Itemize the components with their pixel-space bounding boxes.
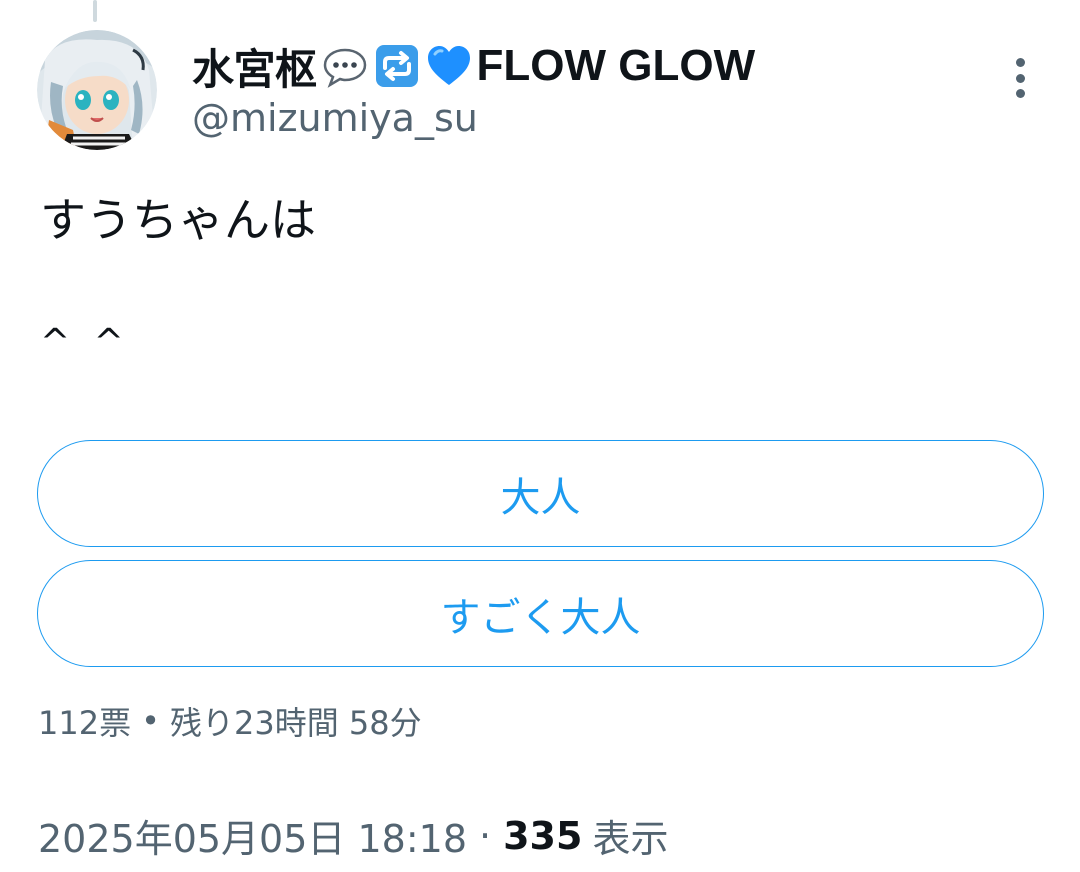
poll-votes: 112票 [38, 704, 132, 742]
speech-bubble-icon [321, 42, 369, 90]
more-dot-icon [1015, 73, 1025, 83]
tweet-timestamp[interactable]: 2025年05月05日 18:18 [38, 808, 467, 863]
author-display-name[interactable]: 水宮枢 FLOW GLOW [192, 40, 756, 94]
poll-separator: • [141, 702, 160, 740]
poll-option-1[interactable]: 大人 [37, 440, 1044, 547]
more-dot-icon [1015, 58, 1025, 67]
repeat-arrows-icon [373, 42, 421, 90]
poll-remaining-time: 残り23時間 58分 [169, 704, 422, 742]
blue-heart-icon [425, 42, 473, 90]
poll-option-label: 大人 [500, 474, 581, 521]
poll-option-label: すごく大人 [440, 594, 641, 641]
avatar-image [37, 30, 157, 150]
more-dot-icon [1015, 89, 1025, 98]
more-options-button[interactable] [1002, 56, 1038, 100]
author-name-text: 水宮枢 [192, 44, 317, 94]
avatar[interactable] [37, 30, 157, 150]
thread-connector-line [93, 0, 97, 22]
tweet-text-line-2: ^ ^ [40, 322, 130, 363]
author-name-suffix: FLOW GLOW [476, 41, 756, 90]
author-handle[interactable]: @mizumiya_su [192, 96, 478, 140]
tweet-text-line-1: すうちゃんは [40, 193, 316, 247]
views-label: 表示 [592, 817, 669, 861]
poll-option-2[interactable]: すごく大人 [37, 560, 1044, 667]
views-count: 335 [503, 813, 583, 858]
meta-separator: · [479, 813, 492, 858]
poll-meta: 112票 • 残り23時間 58分 [38, 698, 422, 744]
tweet-meta: 2025年05月05日 18:18 · 335 表示 [38, 808, 668, 863]
